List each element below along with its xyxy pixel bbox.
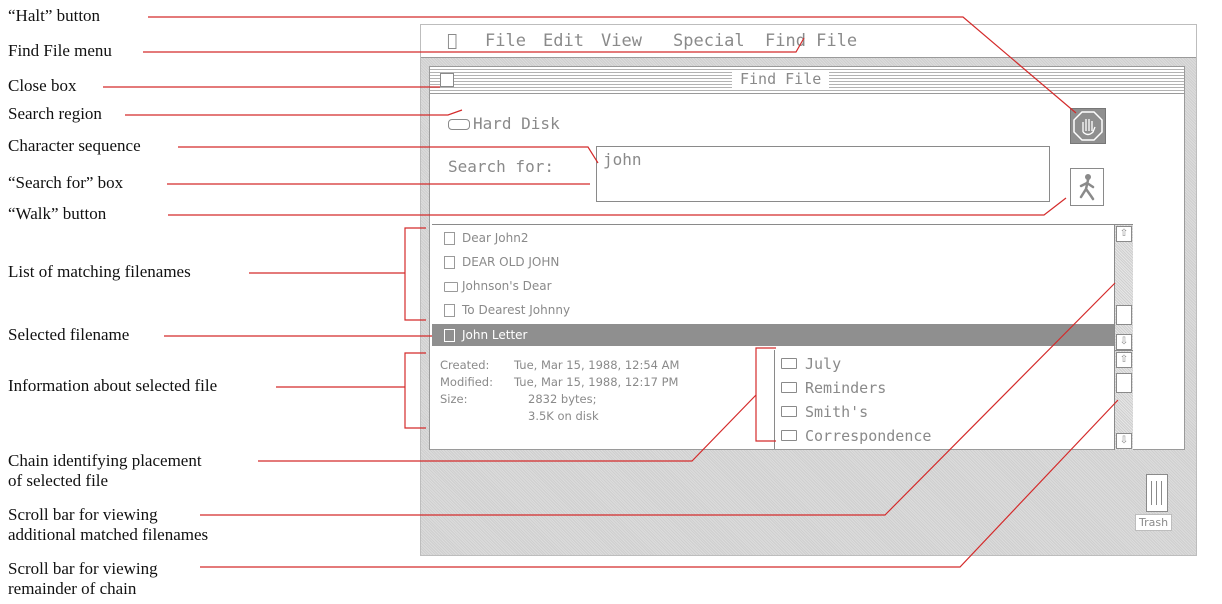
folder-icon	[781, 358, 797, 369]
created-label: Created:	[440, 358, 490, 372]
chain-item[interactable]: Reminders	[781, 376, 886, 400]
chain-item[interactable]: July	[781, 352, 841, 376]
scroll-thumb[interactable]	[1116, 305, 1132, 325]
created-value: Tue, Mar 15, 1988, 12:54 AM	[514, 358, 680, 372]
scroll-up-arrow-icon[interactable]: ⇧	[1116, 226, 1132, 242]
list-item[interactable]: Johnson's Dear	[432, 275, 1114, 297]
trash-icon	[1146, 474, 1168, 512]
hard-disk-icon	[448, 119, 470, 130]
search-region-label: Hard Disk	[473, 114, 560, 133]
size-value-disk: 3.5K on disk	[528, 409, 599, 423]
callout-selected-filename: Selected filename	[8, 325, 130, 344]
mac-screen:  File Edit View Special Find File Find …	[420, 24, 1197, 556]
chain-item[interactable]: Smith's	[781, 400, 868, 424]
selected-list-item[interactable]: John Letter	[432, 324, 1114, 346]
list-item[interactable]: Dear John2	[432, 227, 1114, 249]
folder-icon	[781, 406, 797, 417]
callout-find-file-menu: Find File menu	[8, 41, 112, 60]
search-for-box[interactable]: john	[596, 146, 1050, 202]
menu-view[interactable]: View	[601, 31, 642, 51]
document-icon	[444, 232, 455, 245]
walk-button[interactable]	[1070, 168, 1104, 206]
scroll-up-arrow-icon[interactable]: ⇧	[1116, 352, 1132, 368]
scroll-thumb[interactable]	[1116, 373, 1132, 393]
list-item[interactable]: DEAR OLD JOHN	[432, 251, 1114, 273]
list-item[interactable]: To Dearest Johnny	[432, 299, 1114, 321]
chain-item[interactable]: Correspondence	[781, 424, 931, 448]
document-icon	[444, 256, 455, 269]
walking-man-icon	[1079, 174, 1095, 201]
search-for-label: Search for:	[448, 157, 554, 176]
title-bar[interactable]: Find File	[430, 67, 1184, 94]
menu-special[interactable]: Special	[673, 31, 745, 51]
folder-chain[interactable]: July Reminders Smith's Correspondence	[775, 350, 1115, 449]
menu-file[interactable]: File	[485, 31, 526, 51]
leader-search-region	[125, 109, 463, 116]
folder-icon	[444, 282, 458, 292]
callout-search-region: Search region	[8, 104, 102, 123]
callout-walk-button: “Walk” button	[8, 204, 107, 223]
callout-scroll-matched-line2: additional matched filenames	[8, 525, 209, 544]
document-icon	[444, 329, 455, 342]
find-file-window: Find File Hard Disk Search for: john Dea…	[429, 66, 1185, 450]
callout-list-of-matching: List of matching filenames	[8, 262, 191, 281]
window-title: Find File	[732, 70, 830, 88]
selected-file-info: Created: Tue, Mar 15, 1988, 12:54 AM Modi…	[440, 357, 770, 447]
document-icon	[444, 304, 455, 317]
close-box[interactable]	[440, 73, 454, 87]
callout-close-box: Close box	[8, 76, 77, 95]
trash[interactable]: Trash	[1133, 470, 1183, 540]
size-label: Size:	[440, 392, 468, 406]
modified-label: Modified:	[440, 375, 493, 389]
size-value-bytes: 2832 bytes;	[528, 392, 597, 406]
callout-search-for-box: “Search for” box	[8, 173, 124, 192]
modified-value: Tue, Mar 15, 1988, 12:17 PM	[514, 375, 679, 389]
callout-halt-button: “Halt” button	[8, 6, 101, 25]
folder-icon	[781, 430, 797, 441]
menu-find-file[interactable]: Find File	[765, 31, 857, 51]
file-list-scrollbar[interactable]: ⇧ ⇩	[1114, 224, 1133, 351]
callout-character-sequence: Character sequence	[8, 136, 141, 155]
halt-button[interactable]	[1070, 108, 1106, 144]
menu-edit[interactable]: Edit	[543, 31, 584, 51]
callout-scroll-chain-line2: remainder of chain	[8, 579, 137, 598]
scroll-down-arrow-icon[interactable]: ⇩	[1116, 433, 1132, 449]
callout-scroll-chain-line1: Scroll bar for viewing	[8, 559, 158, 578]
callout-information-about: Information about selected file	[8, 376, 218, 395]
search-value: john	[603, 150, 642, 169]
trash-label: Trash	[1135, 514, 1173, 531]
stop-hand-icon	[1073, 111, 1103, 141]
scroll-down-arrow-icon[interactable]: ⇩	[1116, 334, 1132, 350]
callout-scroll-matched-line1: Scroll bar for viewing	[8, 505, 158, 524]
callout-chain-line1: Chain identifying placement	[8, 451, 202, 470]
matching-files-list[interactable]: Dear John2 DEAR OLD JOHN Johnson's Dear …	[432, 224, 1114, 351]
callout-chain-line2: of selected file	[8, 471, 109, 490]
folder-icon	[781, 382, 797, 393]
search-region[interactable]: Hard Disk	[448, 114, 560, 133]
menu-bar:  File Edit View Special Find File	[421, 25, 1196, 58]
apple-icon[interactable]: 	[447, 31, 457, 51]
chain-scrollbar[interactable]: ⇧ ⇩	[1114, 350, 1133, 450]
